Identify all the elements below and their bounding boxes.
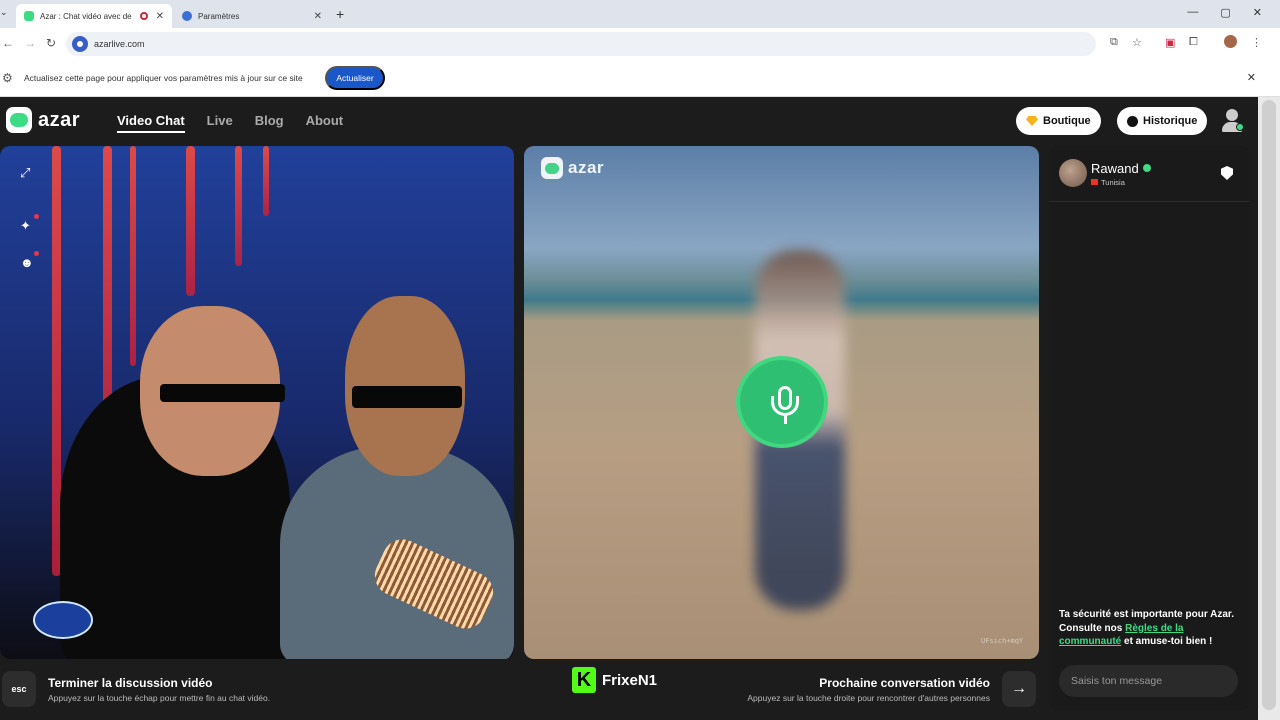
user-profile-icon[interactable] [1222, 109, 1244, 133]
azar-logo-icon [541, 157, 563, 179]
tab-azar[interactable]: Azar : Chat vidéo avec de n ✕ [16, 4, 172, 28]
close-icon[interactable]: ✕ [1247, 71, 1256, 84]
reload-icon[interactable]: ↻ [46, 36, 56, 50]
cap-logo-icon [33, 601, 93, 639]
tab-settings[interactable]: Paramètres ✕ [174, 4, 330, 28]
peer-video-logo: azar [541, 157, 604, 179]
kick-logo-icon: K [572, 667, 596, 693]
maximize-button[interactable]: ▢ [1220, 6, 1230, 19]
tab-close-icon[interactable]: ✕ [314, 11, 322, 22]
peer-avatar[interactable] [1059, 159, 1087, 187]
forward-icon[interactable]: → [24, 36, 36, 50]
window-controls: — ▢ ✕ [1187, 6, 1262, 19]
tab-close-icon[interactable]: ✕ [156, 11, 164, 22]
streamer-name: FrixeN1 [602, 671, 658, 689]
face-filter-icon[interactable]: ☻ [20, 256, 34, 270]
omnibox[interactable]: azarlive.com [66, 32, 1096, 56]
online-status-icon [1236, 123, 1244, 131]
next-chat-hint: Appuyez sur la touche droite pour rencon… [747, 693, 990, 703]
notification-dot [34, 251, 39, 256]
app-header: azar Video Chat Live Blog About Boutique… [0, 97, 1258, 145]
extensions-icon[interactable]: ⧠ [1189, 36, 1198, 49]
next-chat-title: Prochaine conversation vidéo [819, 676, 990, 690]
new-tab-button[interactable]: + [336, 6, 344, 22]
peer-info: Rawand Tunisia [1059, 159, 1151, 187]
minimize-button[interactable]: — [1187, 6, 1198, 19]
next-chat-button[interactable]: → [1002, 671, 1036, 707]
back-icon[interactable]: ← [2, 36, 14, 50]
extension-record-icon[interactable]: ▣ [1165, 36, 1175, 49]
infobar-message: Actualisez cette page pour appliquer vos… [24, 73, 303, 83]
divider [1049, 201, 1249, 202]
peer-country: Tunisia [1091, 178, 1125, 187]
clock-icon [1127, 115, 1138, 127]
recording-icon [139, 12, 148, 20]
tunisia-flag-icon [1091, 179, 1098, 185]
nav-video-chat[interactable]: Video Chat [117, 113, 185, 133]
nav-about[interactable]: About [306, 113, 344, 133]
message-input[interactable] [1059, 665, 1238, 697]
logo-text: azar [38, 108, 81, 131]
end-chat-title: Terminer la discussion vidéo [48, 676, 213, 690]
azar-logo[interactable]: azar [6, 107, 80, 133]
address-bar: ← → ↻ azarlive.com [0, 28, 1280, 60]
reload-button[interactable]: Actualiser [325, 66, 385, 90]
url-text: azarlive.com [94, 39, 145, 49]
site-info-icon[interactable] [72, 36, 88, 52]
settings-infobar: ⚙ Actualisez cette page pour appliquer v… [0, 60, 1280, 97]
effects-sparkle-icon[interactable]: ✦ [20, 219, 34, 233]
boutique-button[interactable]: Boutique [1016, 107, 1101, 135]
bookmark-star-icon[interactable]: ☆ [1132, 36, 1142, 49]
profile-avatar-icon[interactable] [1224, 35, 1237, 48]
report-shield-icon[interactable] [1221, 166, 1233, 180]
video-watermark: UFsich+mqY [981, 637, 1024, 645]
scrollbar-thumb[interactable] [1262, 100, 1276, 710]
streamer-brand: K FrixeN1 [572, 667, 657, 693]
nav-live[interactable]: Live [207, 113, 233, 133]
close-window-button[interactable]: ✕ [1253, 6, 1262, 19]
main-nav: Video Chat Live Blog About [117, 113, 343, 133]
gem-icon [1026, 116, 1038, 126]
azar-favicon-icon [24, 11, 34, 21]
safety-notice: Ta sécurité est importante pour Azar. Co… [1059, 609, 1235, 647]
gear-icon: ⚙ [2, 71, 13, 85]
azar-logo-icon [6, 107, 32, 133]
fullscreen-icon[interactable]: ⤢ [20, 166, 34, 180]
microphone-button[interactable] [736, 356, 828, 448]
history-label: Historique [1143, 115, 1198, 127]
nav-blog[interactable]: Blog [255, 113, 284, 133]
arrow-right-icon: → [1011, 680, 1027, 697]
logo-text: azar [568, 158, 605, 177]
peer-name: Rawand [1091, 161, 1151, 176]
install-app-icon[interactable]: ⧉ [1110, 36, 1118, 49]
chat-panel: Rawand Tunisia Ta sécurité est important… [1049, 146, 1249, 710]
browser-menu-icon[interactable]: ⋮ [1251, 36, 1262, 49]
gear-icon [182, 11, 192, 21]
verified-icon [1142, 164, 1151, 172]
tab-title: Azar : Chat vidéo avec de n [40, 11, 134, 21]
history-button[interactable]: Historique [1117, 107, 1208, 135]
tab-title: Paramètres [198, 11, 240, 21]
browser-tab-bar: ⌄ Azar : Chat vidéo avec de n ✕ Paramètr… [0, 0, 1280, 28]
notification-dot [34, 214, 39, 219]
tab-search-icon[interactable]: ⌄ [0, 7, 8, 18]
boutique-label: Boutique [1043, 115, 1091, 127]
end-chat-button[interactable]: esc [2, 671, 36, 707]
end-chat-hint: Appuyez sur la touche échap pour mettre … [48, 693, 271, 703]
